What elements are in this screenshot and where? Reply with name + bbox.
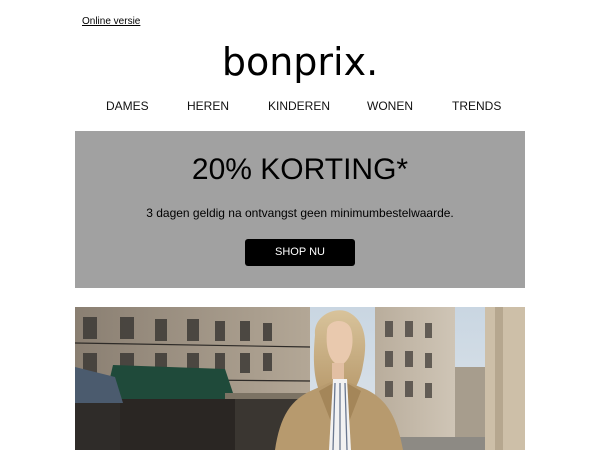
promo-text: 3 dagen geldig na ontvangst geen minimum… <box>146 206 454 220</box>
promo-banner: 20% KORTING* 3 dagen geldig na ontvangst… <box>75 131 525 288</box>
promo-title: 20% KORTING* <box>191 153 409 186</box>
online-version-link[interactable]: Online versie <box>82 16 140 27</box>
nav-item-wonen[interactable]: WONEN <box>367 99 413 113</box>
nav-item-heren[interactable]: HEREN <box>187 99 229 113</box>
nav-item-trends[interactable]: TRENDS <box>452 99 501 113</box>
nav-item-dames[interactable]: DAMES <box>106 99 149 113</box>
bonprix-logo[interactable]: bonprix. <box>0 40 600 84</box>
nav-item-kinderen[interactable]: KINDEREN <box>268 99 330 113</box>
main-nav: DAMES HEREN KINDEREN WONEN TRENDS <box>75 99 525 115</box>
hero-street-photo <box>75 307 525 450</box>
shop-now-button[interactable]: SHOP NU <box>245 239 355 266</box>
hero-image[interactable] <box>75 307 525 450</box>
